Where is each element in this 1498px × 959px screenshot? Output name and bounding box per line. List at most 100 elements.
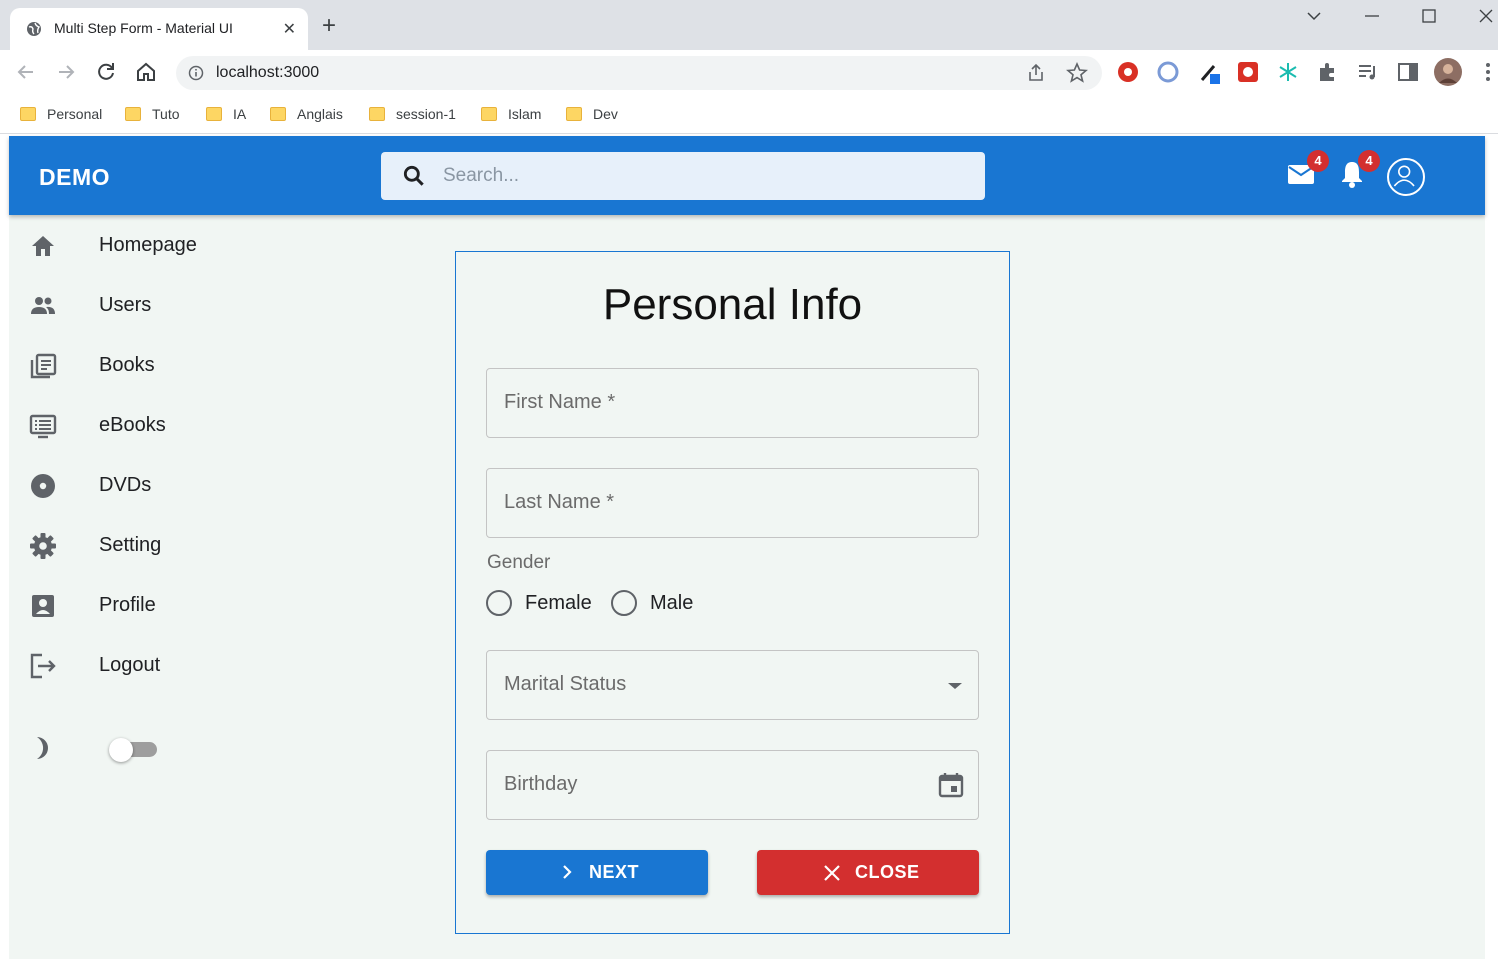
- close-button[interactable]: CLOSE: [757, 850, 979, 895]
- close-icon: [824, 865, 840, 881]
- personal-info-form: Personal Info First Name * Last Name * G…: [455, 251, 1010, 934]
- bookmark-folder[interactable]: IA: [206, 104, 246, 124]
- folder-icon: [481, 107, 497, 121]
- books-icon: [30, 353, 57, 379]
- share-icon[interactable]: [1026, 63, 1046, 83]
- ebooks-icon: [29, 414, 57, 439]
- bookmarks-bar: Personal Tuto IA Anglais session-1 Islam…: [0, 94, 1498, 134]
- bookmark-star-icon[interactable]: [1066, 62, 1088, 84]
- calendar-icon[interactable]: [937, 771, 965, 799]
- extension-asterisk-icon[interactable]: [1276, 60, 1300, 84]
- folder-icon: [369, 107, 385, 121]
- form-title: Personal Info: [602, 280, 863, 329]
- minimize-icon[interactable]: [1362, 6, 1382, 26]
- dark-mode-toggle[interactable]: [109, 737, 159, 762]
- gender-female-label[interactable]: Female: [525, 592, 592, 615]
- bookmark-folder[interactable]: Dev: [566, 104, 618, 124]
- close-button-label: CLOSE: [855, 862, 920, 882]
- app-root: DEMO Search... 4 4 Homepage Users Books …: [9, 136, 1485, 959]
- sidebar-item-profile[interactable]: Profile: [9, 576, 309, 636]
- brand-logo[interactable]: DEMO: [39, 164, 110, 191]
- sidebar-item-homepage[interactable]: Homepage: [9, 216, 309, 276]
- extension-blue-ring-icon[interactable]: [1156, 60, 1180, 84]
- back-icon[interactable]: [14, 60, 38, 84]
- browser-tab[interactable]: Multi Step Form - Material UI ✕: [10, 8, 308, 50]
- gender-male-label[interactable]: Male: [650, 592, 693, 615]
- home-icon: [32, 236, 54, 256]
- users-icon: [31, 297, 55, 314]
- sidebar-item-label: Profile: [99, 594, 156, 616]
- extensions-puzzle-icon[interactable]: [1316, 60, 1340, 84]
- bookmark-folder[interactable]: Tuto: [125, 104, 180, 124]
- media-controls-icon[interactable]: [1356, 60, 1380, 84]
- dropdown-arrow-icon: [948, 683, 962, 689]
- chevron-right-icon: [563, 865, 572, 879]
- next-button[interactable]: NEXT: [486, 850, 708, 895]
- folder-icon: [125, 107, 141, 121]
- sidebar-item-label: Setting: [99, 534, 162, 556]
- extension-red-icon[interactable]: [1116, 60, 1140, 84]
- url-text: localhost:3000: [216, 64, 320, 81]
- browser-toolbar: localhost:3000: [0, 50, 1498, 94]
- folder-icon: [206, 107, 222, 121]
- reload-icon[interactable]: [94, 60, 118, 84]
- notification-badge: 4: [1358, 150, 1380, 172]
- folder-icon: [20, 107, 36, 121]
- birthday-field[interactable]: Birthday: [486, 750, 979, 820]
- sidebar-item-books[interactable]: Books: [9, 336, 309, 396]
- gender-label: Gender: [487, 552, 551, 573]
- tab-close-icon[interactable]: ✕: [283, 19, 296, 39]
- info-icon[interactable]: [188, 65, 204, 81]
- maximize-icon[interactable]: [1419, 6, 1439, 26]
- side-panel-icon[interactable]: [1396, 60, 1420, 84]
- app-header: DEMO Search... 4 4: [9, 136, 1485, 215]
- window-close-icon[interactable]: [1476, 6, 1496, 26]
- bookmark-folder[interactable]: Anglais: [270, 104, 343, 124]
- sidebar-item-label: eBooks: [99, 414, 166, 436]
- birthday-label: Birthday: [504, 773, 578, 795]
- bookmark-folder[interactable]: Islam: [481, 104, 541, 124]
- globe-icon: [27, 22, 41, 36]
- folder-icon: [566, 107, 582, 121]
- sidebar-item-label: Logout: [99, 654, 161, 676]
- sidebar-item-label: Homepage: [99, 234, 197, 256]
- home-browser-icon[interactable]: [134, 60, 158, 84]
- new-tab-icon[interactable]: +: [322, 14, 336, 38]
- notifications-button[interactable]: 4: [1336, 150, 1380, 190]
- gender-male-radio[interactable]: [611, 590, 637, 616]
- sidebar-item-ebooks[interactable]: eBooks: [9, 396, 309, 456]
- gear-icon: [30, 533, 56, 559]
- tab-title: Multi Step Form - Material UI: [54, 20, 233, 36]
- sidebar-item-dvds[interactable]: DVDs: [9, 456, 309, 516]
- profile-icon: [32, 595, 54, 617]
- bookmark-folder[interactable]: session-1: [369, 104, 456, 124]
- sidebar-item-users[interactable]: Users: [9, 276, 309, 336]
- sidebar-item-setting[interactable]: Setting: [9, 516, 309, 576]
- gender-female-radio[interactable]: [486, 590, 512, 616]
- user-avatar-icon[interactable]: [1387, 158, 1425, 196]
- sidebar-item-label: DVDs: [99, 474, 152, 496]
- sidebar-item-label: Users: [99, 294, 152, 316]
- browser-profile-avatar[interactable]: [1434, 58, 1462, 86]
- first-name-field[interactable]: First Name *: [486, 368, 979, 438]
- sidebar-item-logout[interactable]: Logout: [9, 636, 309, 696]
- marital-status-label: Marital Status: [504, 673, 627, 695]
- search-icon: [403, 165, 424, 186]
- last-name-field[interactable]: Last Name *: [486, 468, 979, 538]
- tab-search-chevron-icon[interactable]: [1304, 6, 1324, 26]
- extension-dropper-icon[interactable]: [1198, 60, 1222, 84]
- folder-icon: [270, 107, 286, 121]
- search-input[interactable]: Search...: [381, 152, 985, 200]
- marital-status-select[interactable]: Marital Status: [486, 650, 979, 720]
- moon-icon: [37, 737, 48, 759]
- search-placeholder: Search...: [443, 165, 520, 186]
- bookmark-folder[interactable]: Personal: [20, 104, 102, 124]
- forward-icon[interactable]: [54, 60, 78, 84]
- mail-button[interactable]: 4: [1285, 150, 1329, 190]
- last-name-label: Last Name *: [504, 491, 615, 513]
- address-bar[interactable]: localhost:3000: [176, 56, 1102, 90]
- browser-menu-icon[interactable]: [1476, 60, 1498, 84]
- next-button-label: NEXT: [589, 862, 640, 882]
- disc-icon: [31, 474, 55, 498]
- extension-bug-icon[interactable]: [1236, 60, 1260, 84]
